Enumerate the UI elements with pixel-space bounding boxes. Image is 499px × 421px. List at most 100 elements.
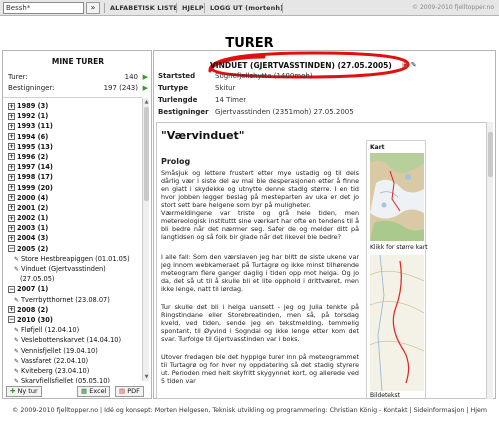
top-navigation-bar: Bessh* » ALFABETISK LISTE HJELP LOGG UT … bbox=[0, 0, 499, 16]
tree-trip-item-date[interactable]: (27.05.05) bbox=[8, 274, 142, 284]
tree-trip-item[interactable]: ✎ Vinduet (Gjertvasstinden) bbox=[8, 264, 142, 274]
tree-year-item[interactable]: −2007 (1) bbox=[8, 284, 142, 294]
tree-item-label: 2010 (30) bbox=[17, 315, 53, 324]
expand-icon[interactable]: + bbox=[8, 224, 15, 232]
nav-link-logout[interactable]: LOGG UT (mortenh) bbox=[210, 4, 283, 12]
ascents-count-label: Bestigninger: bbox=[8, 84, 55, 92]
tree-trip-item[interactable]: ✎ Fløfjell (12.04.10) bbox=[8, 325, 142, 335]
map-caption: Klikk for større kart bbox=[370, 244, 428, 251]
tree-year-item[interactable]: +1997 (14) bbox=[8, 162, 142, 172]
excel-export-button[interactable]: ▦ Excel bbox=[77, 386, 111, 397]
tree-trip-item[interactable]: ✎ Vassfaret (22.04.10) bbox=[8, 356, 142, 366]
tree-item-label: Fløfjell (12.04.10) bbox=[21, 326, 80, 335]
tree-item-label: 2008 (2) bbox=[17, 305, 49, 314]
tree-item-label: 2002 (1) bbox=[17, 214, 49, 223]
ascents-count-value: 197 (243) bbox=[103, 84, 138, 92]
trip-report-content: "Værvinduet" Prolog Småsjuk og lettere f… bbox=[156, 122, 489, 399]
page-title: TURER bbox=[225, 36, 274, 51]
tree-year-item[interactable]: +2001 (2) bbox=[8, 203, 142, 213]
scroll-down-icon[interactable]: ▼ bbox=[143, 373, 150, 381]
expand-icon[interactable]: + bbox=[8, 122, 15, 130]
play-arrow-icon[interactable]: ▶ bbox=[143, 73, 148, 81]
tree-scrollbar[interactable]: ▲ ▼ bbox=[142, 98, 149, 381]
scrollbar-thumb[interactable] bbox=[144, 107, 149, 201]
scroll-up-icon[interactable]: ▲ bbox=[143, 98, 150, 106]
expand-icon[interactable]: + bbox=[8, 153, 15, 161]
tree-trip-item[interactable]: ✎ Kviteberg (23.04.10) bbox=[8, 366, 142, 376]
tree-trip-item[interactable]: ✎ Store Hestbreapiggen (01.01.05) bbox=[8, 254, 142, 264]
tree-year-item[interactable]: −2005 (2) bbox=[8, 244, 142, 254]
expand-icon[interactable]: + bbox=[8, 204, 15, 212]
tree-year-item[interactable]: +2008 (2) bbox=[8, 305, 142, 315]
tree-year-item[interactable]: +1996 (2) bbox=[8, 152, 142, 162]
collapse-icon[interactable]: − bbox=[8, 316, 15, 324]
tree-item-label: 1996 (2) bbox=[17, 152, 49, 161]
pdf-icon: ▤ bbox=[119, 387, 126, 395]
tree-item-label: Vinduet (Gjertvasstinden) bbox=[21, 265, 106, 273]
route-map-image[interactable] bbox=[370, 255, 424, 391]
info-value[interactable]: Sognefjellshytta (1400moh) bbox=[215, 72, 313, 80]
expand-icon[interactable]: + bbox=[8, 194, 15, 202]
expand-icon[interactable]: + bbox=[8, 306, 15, 314]
tree-year-item[interactable]: +1998 (17) bbox=[8, 172, 142, 182]
tree-item-label: 1997 (14) bbox=[17, 163, 53, 172]
tree-item-label: Veslebottenskarvet (14.04.10) bbox=[21, 336, 122, 345]
scrollbar-thumb[interactable] bbox=[488, 132, 493, 177]
expand-icon[interactable]: + bbox=[8, 163, 15, 171]
trip-actions: ▣ ✎ bbox=[402, 61, 417, 69]
nav-link-alphabetical-list[interactable]: ALFABETISK LISTE bbox=[110, 4, 178, 12]
expand-icon[interactable]: + bbox=[8, 143, 15, 151]
expand-icon[interactable]: + bbox=[8, 184, 15, 191]
nav-link-help[interactable]: HJELP bbox=[182, 4, 204, 12]
pdf-icon[interactable]: ▣ bbox=[402, 61, 409, 69]
tree-year-item[interactable]: +2004 (3) bbox=[8, 233, 142, 243]
map-label: Kart bbox=[370, 144, 385, 151]
pdf-export-button[interactable]: ▤ PDF bbox=[115, 386, 144, 397]
tree-item-label: 2000 (4) bbox=[17, 193, 49, 202]
paragraph: Tur skulle det bli i helga uansett - jeg… bbox=[161, 303, 359, 344]
content-scrollbar[interactable] bbox=[486, 122, 493, 399]
tree-item-label: 1998 (17) bbox=[17, 173, 53, 182]
expand-icon[interactable]: + bbox=[8, 133, 15, 141]
tree-trip-item[interactable]: ✎ Tverrbytthornet (23.08.07) bbox=[8, 295, 142, 305]
tree-year-item[interactable]: +2000 (4) bbox=[8, 193, 142, 203]
tree-year-item[interactable]: +1995 (13) bbox=[8, 142, 142, 152]
tree-year-item[interactable]: +2002 (1) bbox=[8, 213, 142, 223]
expand-icon[interactable]: + bbox=[8, 234, 15, 242]
article-title: "Værvinduet" bbox=[161, 129, 245, 142]
edit-pencil-icon[interactable]: ✎ bbox=[411, 61, 417, 69]
tree-year-item[interactable]: +1989 (3) bbox=[8, 101, 142, 111]
tree-year-item[interactable]: +1993 (11) bbox=[8, 121, 142, 131]
tree-item-label: Vassfaret (22.04.10) bbox=[21, 356, 89, 365]
collapse-icon[interactable]: − bbox=[8, 245, 15, 253]
tree-item-label: (27.05.05) bbox=[20, 275, 55, 284]
nav-divider bbox=[282, 3, 283, 13]
tree-year-item[interactable]: +1999 (20) bbox=[8, 183, 142, 193]
trip-heading: VINDUET (GJERTVASSTINDEN) (27.05.2005) bbox=[210, 61, 392, 70]
expand-icon[interactable]: + bbox=[8, 214, 15, 222]
tree-year-item[interactable]: −2010 (30) bbox=[8, 315, 142, 325]
tree-year-item[interactable]: +1992 (1) bbox=[8, 111, 142, 121]
tree-year-item[interactable]: +1994 (6) bbox=[8, 132, 142, 142]
info-value[interactable]: Gjertvasstinden (2351moh) 27.05.2005 bbox=[215, 108, 354, 116]
collapse-icon[interactable]: − bbox=[8, 285, 15, 293]
tree-year-item[interactable]: +2003 (1) bbox=[8, 223, 142, 233]
my-trips-panel: MINE TURER Turer: 140 ▶ Bestigninger: 19… bbox=[2, 50, 152, 399]
ascents-count-row[interactable]: Bestigninger: 197 (243) ▶ bbox=[8, 84, 148, 92]
trips-count-value: 140 bbox=[124, 73, 138, 81]
search-button[interactable]: » bbox=[86, 2, 100, 14]
trips-count-row[interactable]: Turer: 140 ▶ bbox=[8, 73, 148, 81]
trips-count-label: Turer: bbox=[8, 73, 28, 81]
play-arrow-icon[interactable]: ▶ bbox=[143, 84, 148, 92]
expand-icon[interactable]: + bbox=[8, 102, 15, 110]
search-input[interactable]: Bessh* bbox=[3, 2, 84, 14]
expand-icon[interactable]: + bbox=[8, 173, 15, 181]
my-trips-heading: MINE TURER bbox=[51, 57, 105, 66]
new-trip-button[interactable]: ✚ Ny tur bbox=[6, 386, 42, 397]
topographic-map-image[interactable] bbox=[370, 153, 424, 241]
tree-trip-item[interactable]: ✎ Skarvfjellsfjellet (05.05.10) bbox=[8, 376, 142, 383]
tree-trip-item[interactable]: ✎ Vennisfjellet (19.04.10) bbox=[8, 346, 142, 356]
expand-icon[interactable]: + bbox=[8, 112, 15, 120]
nav-divider bbox=[204, 3, 205, 13]
tree-trip-item[interactable]: ✎ Veslebottenskarvet (14.04.10) bbox=[8, 335, 142, 345]
